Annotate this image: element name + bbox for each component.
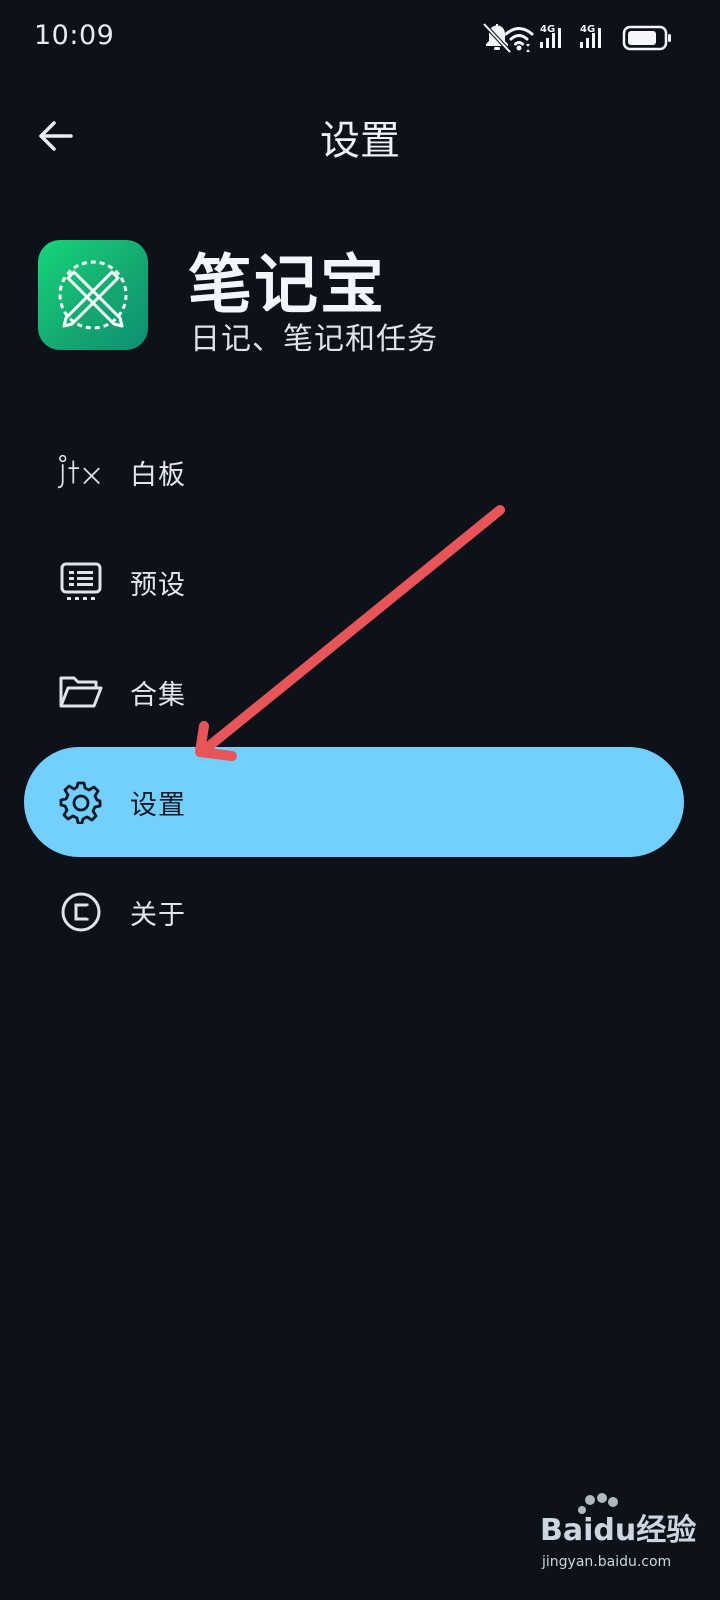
drawer-item-label: 关于 bbox=[130, 899, 186, 931]
presets-icon bbox=[56, 557, 106, 607]
drawer-item-about[interactable]: 关于 bbox=[24, 857, 684, 967]
pencil-ruler-icon bbox=[58, 260, 128, 330]
baidu-paw-icon bbox=[578, 1493, 618, 1514]
drawer-item-presets[interactable]: 预设 bbox=[24, 527, 684, 637]
watermark-brand: Baidu经验 bbox=[540, 1513, 696, 1548]
status-icons: 4G 4G bbox=[482, 22, 671, 54]
copyright-icon bbox=[56, 887, 106, 937]
wifi-icon bbox=[504, 27, 534, 46]
status-time: 10:09 bbox=[34, 20, 115, 51]
folder-icon bbox=[56, 667, 106, 717]
watermark-url: jingyan.baidu.com bbox=[541, 1554, 671, 1570]
app-subtitle: 日记、笔记和任务 bbox=[190, 322, 438, 357]
drawer-item-settings[interactable]: 设置 bbox=[24, 747, 684, 857]
app-logo bbox=[38, 240, 148, 350]
bell-off-icon bbox=[482, 22, 512, 54]
app-name: 笔记宝 bbox=[188, 249, 386, 323]
battery-icon bbox=[622, 25, 671, 51]
gear-icon bbox=[56, 777, 106, 827]
drawer-item-label: 合集 bbox=[130, 679, 186, 711]
drawer-item-label: 白板 bbox=[130, 459, 186, 491]
drawer-item-whiteboard[interactable]: 白板 bbox=[24, 417, 684, 527]
drawer-item-label: 预设 bbox=[130, 569, 186, 601]
baidu-watermark: Baidu经验 jingyan.baidu.com bbox=[540, 1493, 696, 1570]
page-title: 设置 bbox=[320, 118, 400, 164]
drawer-item-collections[interactable]: 合集 bbox=[24, 637, 684, 747]
drawer-item-label: 设置 bbox=[130, 789, 186, 821]
jtx-icon bbox=[56, 447, 106, 497]
